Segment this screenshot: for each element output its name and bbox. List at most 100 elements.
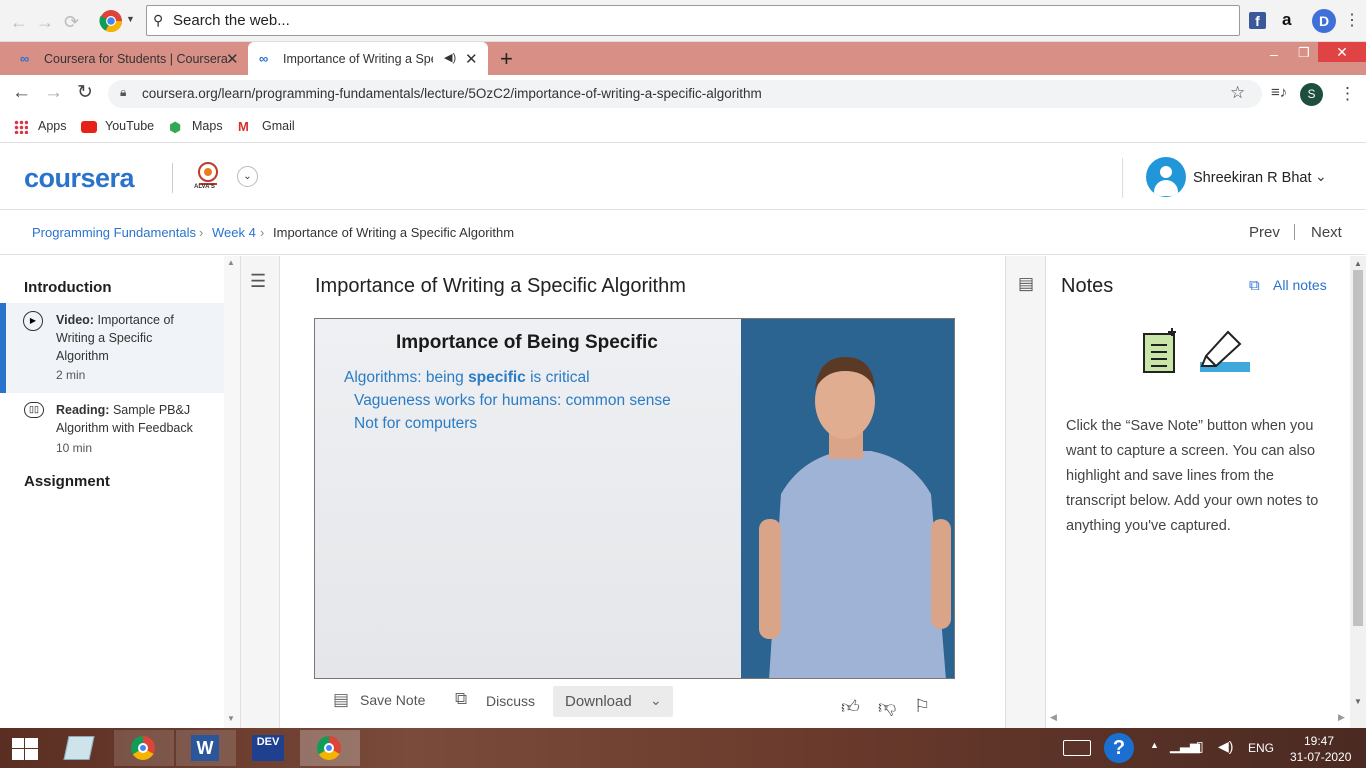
tray-chevron-icon[interactable]: ▲: [1150, 740, 1159, 750]
outline-toggle-gutter: ☰: [240, 256, 280, 728]
media-control-icon[interactable]: ≡♪: [1271, 84, 1287, 101]
scroll-down-icon[interactable]: ▼: [1354, 697, 1362, 706]
lecture-main: Importance of Writing a Specific Algorit…: [281, 256, 1005, 728]
prev-link[interactable]: Prev: [1249, 224, 1280, 241]
slide-title: Importance of Being Specific: [396, 332, 658, 353]
url-field[interactable]: 🔒︎ coursera.org/learn/programming-fundam…: [108, 80, 1262, 108]
thumbs-down-icon[interactable]: 👎︎: [878, 696, 896, 718]
star-icon[interactable]: ☆: [1230, 83, 1245, 103]
more-icon[interactable]: ⋮: [1344, 10, 1360, 30]
user-avatar[interactable]: [1146, 157, 1186, 197]
scroll-up-icon[interactable]: ▲: [227, 258, 235, 267]
chevron-down-icon[interactable]: ▼: [126, 14, 135, 24]
video-player[interactable]: Importance of Being Specific Algorithms:…: [314, 318, 955, 679]
chrome-taskbar-icon-r[interactable]: [114, 730, 174, 766]
speaker-icon[interactable]: ◀︎): [444, 51, 456, 64]
dev-label: DEV: [252, 735, 284, 761]
presenter-figure: [759, 357, 951, 678]
course-sidebar: Introduction ▶ Video: Importance of Writ…: [0, 256, 224, 728]
breadcrumb-current: Importance of Writing a Specific Algorit…: [273, 225, 515, 240]
next-link[interactable]: Next: [1311, 224, 1342, 241]
language-indicator[interactable]: ENG: [1248, 741, 1274, 755]
notes-page-icon[interactable]: ▤: [1018, 274, 1034, 294]
partner-dropdown-button[interactable]: ⌄: [237, 166, 258, 187]
tab-coursera-students[interactable]: ∞ Coursera for Students | Coursera ✕: [0, 42, 246, 75]
slide-bullet-2: Vagueness works for humans: common sense: [354, 392, 671, 409]
reload-icon[interactable]: ↻: [77, 81, 93, 104]
notes-illustration: [1142, 328, 1254, 378]
amazon-icon[interactable]: a: [1282, 10, 1291, 30]
coursera-logo[interactable]: coursera: [24, 163, 135, 194]
slide-text-emphasis: specific: [468, 369, 526, 386]
close-icon[interactable]: ✕: [226, 50, 239, 68]
back-icon[interactable]: ←: [10, 12, 28, 33]
facebook-icon[interactable]: f: [1249, 12, 1266, 29]
slide-bullet-3: Not for computers: [354, 415, 478, 432]
breadcrumb: Programming Fundamentals › Week 4 › Impo…: [0, 210, 1366, 255]
keyboard-icon[interactable]: [1063, 740, 1091, 756]
url-text: coursera.org/learn/programming-fundament…: [142, 86, 762, 101]
bookmark-label: Gmail: [262, 119, 295, 133]
save-note-label: Save Note: [360, 692, 426, 708]
partner-logo[interactable]: ALVA'S: [193, 160, 223, 194]
scroll-down-icon[interactable]: ▼: [227, 714, 235, 723]
page-scrollbar[interactable]: ▲ ▼: [1350, 256, 1366, 728]
minimize-icon[interactable]: –: [1270, 46, 1278, 62]
partner-name: ALVA'S: [194, 184, 215, 190]
maps-pin-icon: ⬢: [169, 119, 182, 135]
chrome-taskbar-icon-s[interactable]: [300, 730, 360, 766]
scroll-left-icon[interactable]: ◀: [1050, 712, 1057, 723]
tab-importance-of-writing[interactable]: ∞ Importance of Writing a Spe ◀︎) ✕: [248, 42, 488, 75]
apps-grid-icon: [14, 120, 28, 134]
chevron-down-icon[interactable]: ⌄: [1315, 168, 1327, 185]
clock-time[interactable]: 19:47: [1304, 734, 1334, 748]
notes-panel: Notes ⧉ All notes Click the “Save Note” …: [1046, 256, 1350, 728]
volume-icon[interactable]: ◀︎): [1218, 738, 1233, 755]
clock-date[interactable]: 31-07-2020: [1290, 750, 1351, 764]
section-heading-introduction: Introduction: [24, 279, 112, 296]
list-icon[interactable]: ☰: [250, 271, 266, 292]
sidebar-scrollbar[interactable]: ▲ ▼: [224, 256, 240, 728]
window-close-button[interactable]: ✕: [1318, 42, 1366, 62]
forward-icon[interactable]: →: [44, 82, 63, 104]
breadcrumb-week[interactable]: Week 4: [212, 225, 256, 240]
flag-icon[interactable]: ⚐: [914, 696, 930, 717]
download-dropdown[interactable]: Download ⌄: [553, 686, 673, 717]
sidebar-item-reading[interactable]: ▯▯ Reading: Sample PB&J Algorithm with F…: [0, 396, 224, 458]
divider: [172, 163, 173, 193]
sidebar-item-video[interactable]: ▶ Video: Importance of Writing a Specifi…: [0, 303, 224, 393]
web-search-input[interactable]: ⚲ Search the web...: [146, 5, 1240, 36]
back-icon[interactable]: ←: [12, 82, 31, 104]
breadcrumb-course[interactable]: Programming Fundamentals: [32, 225, 196, 240]
profile-avatar[interactable]: S: [1300, 83, 1323, 106]
file-explorer-icon[interactable]: [50, 730, 110, 766]
browser-tab-strip: ∞ Coursera for Students | Coursera ✕ ∞ I…: [0, 42, 1366, 75]
forward-icon[interactable]: →: [36, 12, 54, 33]
scroll-right-icon[interactable]: ▶: [1338, 712, 1345, 723]
slide-text: is critical: [525, 369, 590, 386]
duckduckgo-icon[interactable]: D: [1312, 9, 1336, 33]
maximize-icon[interactable]: ❐: [1298, 45, 1310, 61]
scrollbar-thumb[interactable]: [1353, 270, 1363, 626]
section-heading-assignment: Assignment: [24, 473, 110, 490]
bookmark-label: YouTube: [105, 119, 155, 133]
word-icon[interactable]: W: [176, 730, 236, 766]
reload-icon[interactable]: ⟳: [64, 12, 79, 33]
chrome-logo-icon[interactable]: [99, 9, 123, 33]
bookmark-label: Apps: [38, 119, 67, 133]
battery-icon[interactable]: ▯: [1196, 738, 1204, 755]
notes-toggle-gutter: ▤: [1005, 256, 1046, 728]
user-name[interactable]: Shreekiran R Bhat: [1193, 170, 1311, 186]
discuss-label: Discuss: [486, 693, 536, 709]
close-icon[interactable]: ✕: [465, 50, 478, 68]
coursera-favicon-icon: ∞: [259, 51, 269, 66]
menu-icon[interactable]: ⋮: [1339, 84, 1356, 104]
lecture-title: Importance of Writing a Specific Algorit…: [315, 275, 686, 297]
windows-start-icon[interactable]: [12, 738, 38, 760]
slide-panel: Importance of Being Specific Algorithms:…: [315, 319, 741, 678]
scroll-up-icon[interactable]: ▲: [1354, 259, 1362, 268]
new-tab-button[interactable]: +: [500, 46, 513, 72]
devcpp-icon[interactable]: DEV: [238, 730, 298, 766]
thumbs-up-icon[interactable]: 👍︎: [841, 696, 860, 718]
help-icon[interactable]: ?: [1104, 733, 1134, 763]
